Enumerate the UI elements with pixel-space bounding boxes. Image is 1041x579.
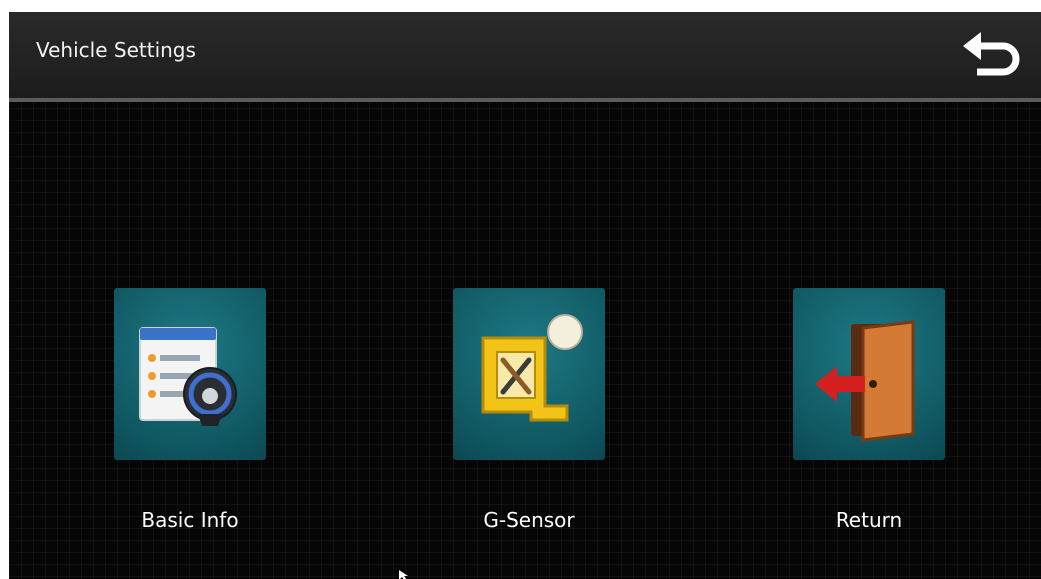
g-sensor-tools-icon: [481, 314, 583, 422]
g-sensor-button[interactable]: [453, 288, 605, 462]
mouse-cursor-icon: [399, 570, 408, 579]
back-button[interactable]: [957, 22, 1027, 88]
back-arrow-icon: [963, 32, 1020, 76]
return-button[interactable]: [793, 288, 945, 462]
vehicle-settings-screen: Vehicle Settings Basic Info G-Sensor Ret…: [9, 12, 1041, 579]
exit-door-icon: [815, 320, 915, 442]
g-sensor-label: G-Sensor: [483, 508, 575, 532]
page-title: Vehicle Settings: [36, 38, 196, 62]
vehicle-info-icon: [139, 327, 237, 426]
basic-info-button[interactable]: [114, 288, 266, 462]
basic-info-label: Basic Info: [141, 508, 239, 532]
header-bar: Vehicle Settings: [9, 12, 1041, 102]
return-label: Return: [835, 508, 903, 532]
